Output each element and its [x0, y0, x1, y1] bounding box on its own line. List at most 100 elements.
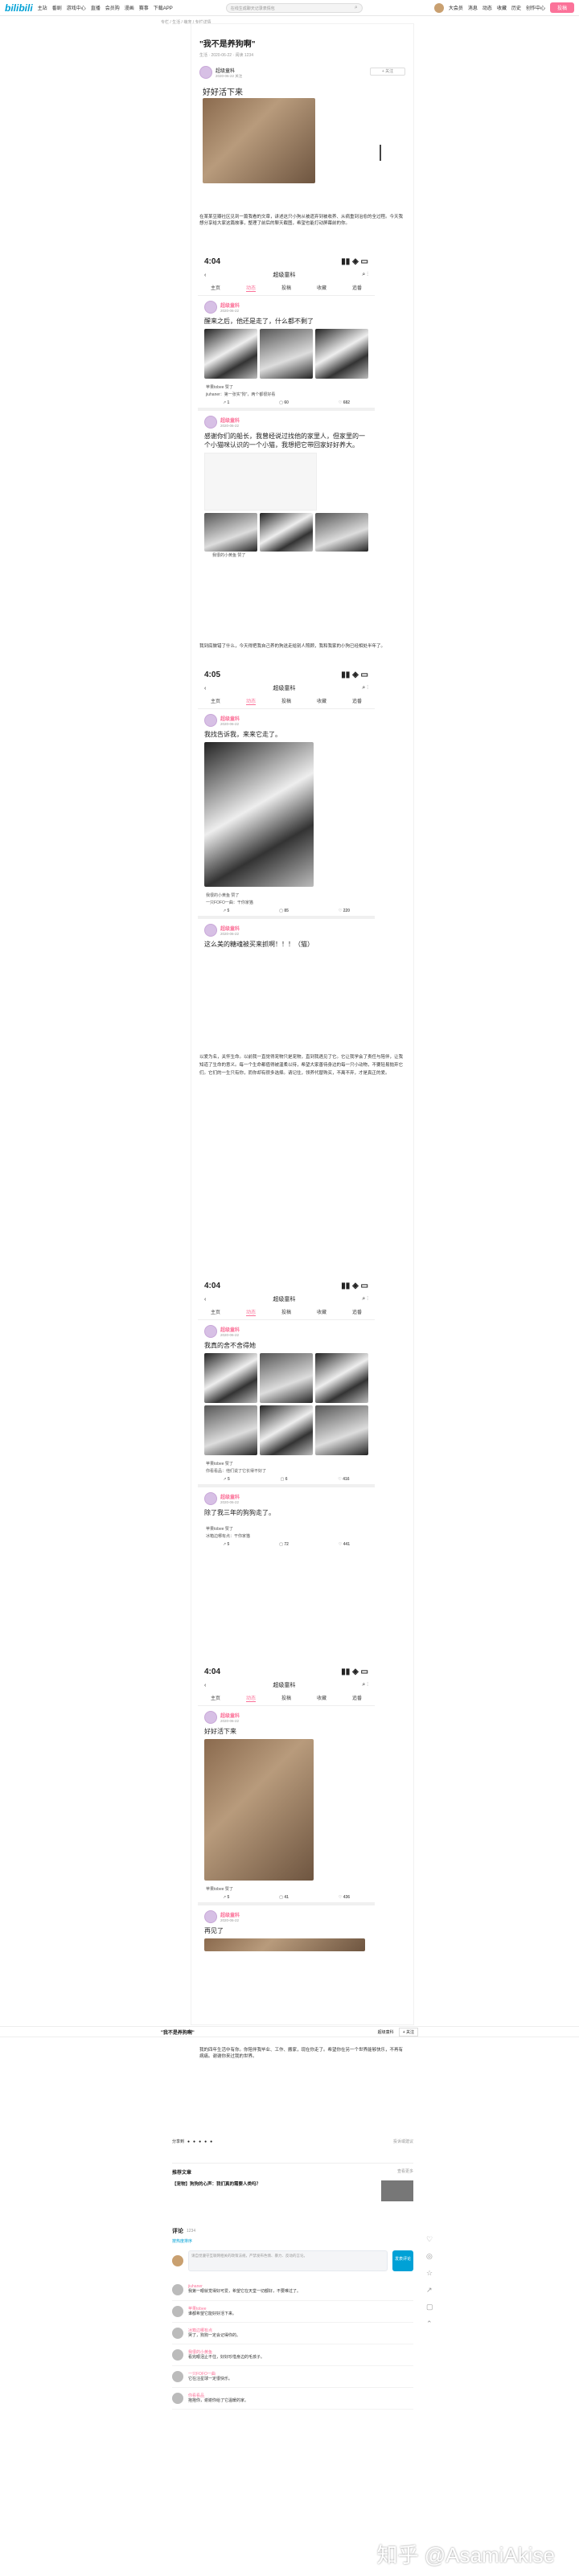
tab-dynamic[interactable]: 动态 [245, 697, 256, 705]
comment-avatar[interactable] [172, 2393, 183, 2404]
back-icon[interactable]: ‹ [204, 686, 206, 691]
comment-user[interactable]: 我很的小黄鱼 [188, 2349, 265, 2355]
author-avatar[interactable] [199, 66, 212, 79]
comment-sort[interactable]: 按热度排序 [172, 2238, 413, 2244]
post-image[interactable] [315, 1353, 368, 1403]
back-icon[interactable]: ‹ [204, 1683, 206, 1688]
comment-icon[interactable]: ▢ 60 [279, 400, 289, 405]
comment-input[interactable]: 请自觉遵守互联网相关的政策法规，严禁发布色情、暴力、反动的言论。 [188, 2250, 388, 2271]
comment-user[interactable]: 一只FOFO一曲 [188, 2371, 232, 2377]
post-image[interactable] [204, 329, 257, 379]
author-name[interactable]: 超级童科 [216, 67, 242, 74]
comment-avatar[interactable] [172, 2306, 183, 2317]
post-avatar[interactable] [204, 1910, 217, 1923]
tab-home[interactable]: 主页 [211, 284, 220, 292]
comment-user[interactable]: 冰箱边哪有点 [188, 2328, 240, 2333]
post-user[interactable]: 超级童科 [220, 1911, 240, 1918]
comment-icon[interactable]: ▢ 41 [279, 1895, 289, 1900]
tab-home[interactable]: 主页 [211, 697, 220, 705]
post-user[interactable]: 超级童科 [220, 416, 240, 424]
like-icon[interactable]: ♡ 441 [339, 1542, 350, 1547]
tab-bangumi[interactable]: 追番 [352, 1308, 362, 1316]
nav-dynamic[interactable]: 动态 [482, 4, 492, 11]
related-item[interactable]: 【宠物】狗狗的心声：我们真的需要人类吗？ [172, 2180, 376, 2201]
post-avatar[interactable] [204, 1325, 217, 1338]
comment-icon[interactable]: ▢ 6 [281, 1477, 288, 1482]
nav-vip[interactable]: 大会员 [449, 4, 463, 11]
like-icon[interactable]: ♡ 682 [339, 400, 350, 405]
comment-avatar[interactable] [172, 2284, 183, 2295]
nav-item-shop[interactable]: 会员购 [105, 4, 120, 11]
like-icon[interactable]: ♡ 436 [339, 1895, 350, 1900]
tab-dynamic[interactable]: 动态 [245, 1308, 256, 1316]
post-avatar[interactable] [204, 924, 217, 937]
tab-favorites[interactable]: 收藏 [317, 697, 326, 705]
follow-button[interactable]: + 关注 [370, 68, 405, 76]
tab-posts[interactable]: 投稿 [281, 1694, 291, 1702]
upload-button[interactable]: 投稿 [549, 2, 574, 13]
back-icon[interactable]: ‹ [204, 273, 206, 278]
post-user[interactable]: 超级童科 [220, 1326, 240, 1333]
comment-avatar[interactable] [172, 2349, 183, 2361]
related-more[interactable]: 查看更多 [397, 2168, 413, 2176]
share-icon[interactable]: ↗ 5 [223, 1542, 229, 1547]
tab-bangumi[interactable]: 追番 [352, 697, 362, 705]
nav-item-anime[interactable]: 番剧 [52, 4, 62, 11]
post-image[interactable] [204, 1405, 257, 1455]
search-icon[interactable]: ⌕ ⋮ [362, 1296, 368, 1302]
nav-favorite[interactable]: 收藏 [497, 4, 507, 11]
nav-item-match[interactable]: 赛事 [139, 4, 149, 11]
sticky-follow-button[interactable]: + 关注 [398, 2027, 418, 2037]
post-user[interactable]: 超级童科 [220, 1493, 240, 1500]
comment-icon[interactable]: ▢ 72 [279, 1542, 289, 1547]
comment-icon[interactable]: ▢ 85 [279, 909, 289, 913]
bilibili-logo[interactable]: bilibili [5, 2, 33, 14]
chat-screenshot[interactable] [204, 453, 317, 511]
post-image[interactable] [204, 1938, 365, 1951]
post-image[interactable] [204, 1739, 314, 1881]
post-user[interactable]: 超级童科 [220, 301, 240, 309]
tab-dynamic[interactable]: 动态 [245, 284, 256, 292]
post-image[interactable] [315, 1405, 368, 1455]
post-image[interactable] [204, 742, 314, 887]
search-icon[interactable]: ⌕ ⋮ [362, 1682, 368, 1688]
search-input[interactable]: 在线生成聊天记录表情包 ⌕ [225, 2, 363, 13]
tab-bangumi[interactable]: 追番 [352, 284, 362, 292]
post-avatar[interactable] [204, 1492, 217, 1505]
user-avatar[interactable] [433, 2, 444, 13]
post-user[interactable]: 超级童科 [220, 925, 240, 932]
tab-favorites[interactable]: 收藏 [317, 1694, 326, 1702]
post-image[interactable] [315, 329, 368, 379]
post-user[interactable]: 超级童科 [220, 1712, 240, 1719]
post-image[interactable] [315, 513, 368, 552]
comment-icon[interactable]: ▢ [426, 2303, 433, 2311]
share-wechat-icon[interactable]: ● [204, 2139, 207, 2144]
like-icon[interactable]: ♡ [426, 2235, 433, 2244]
share-qzone-icon[interactable]: ● [199, 2139, 201, 2144]
tab-posts[interactable]: 投稿 [281, 284, 291, 292]
nav-item-manga[interactable]: 漫画 [125, 4, 134, 11]
post-image[interactable] [204, 513, 257, 552]
tab-home[interactable]: 主页 [211, 1308, 220, 1316]
comment-user[interactable]: 苹果tobee [188, 2306, 236, 2311]
back-icon[interactable]: ‹ [204, 1297, 206, 1302]
tab-posts[interactable]: 投稿 [281, 1308, 291, 1316]
author-block[interactable]: 超级童科 2020-06-22 关注 [199, 66, 242, 79]
comment-avatar[interactable] [172, 2371, 183, 2382]
post-user[interactable]: 超级童科 [220, 715, 240, 722]
favorite-icon[interactable]: ☆ [426, 2269, 433, 2278]
tab-dynamic[interactable]: 动态 [245, 1694, 256, 1702]
post-avatar[interactable] [204, 301, 217, 314]
related-thumb[interactable] [381, 2180, 413, 2201]
send-comment-button[interactable]: 发表评论 [392, 2250, 413, 2271]
post-image[interactable] [204, 1353, 257, 1403]
post-avatar[interactable] [204, 416, 217, 429]
search-icon[interactable]: ⌕ ⋮ [362, 272, 368, 278]
post-avatar[interactable] [204, 1711, 217, 1724]
share-weibo-icon[interactable]: ● [187, 2139, 190, 2144]
back-to-top-icon[interactable]: ⌃ [426, 2320, 433, 2328]
coin-icon[interactable]: ◎ [426, 2252, 433, 2261]
tab-posts[interactable]: 投稿 [281, 697, 291, 705]
tab-favorites[interactable]: 收藏 [317, 1308, 326, 1316]
like-icon[interactable]: ♡ 220 [339, 909, 350, 913]
